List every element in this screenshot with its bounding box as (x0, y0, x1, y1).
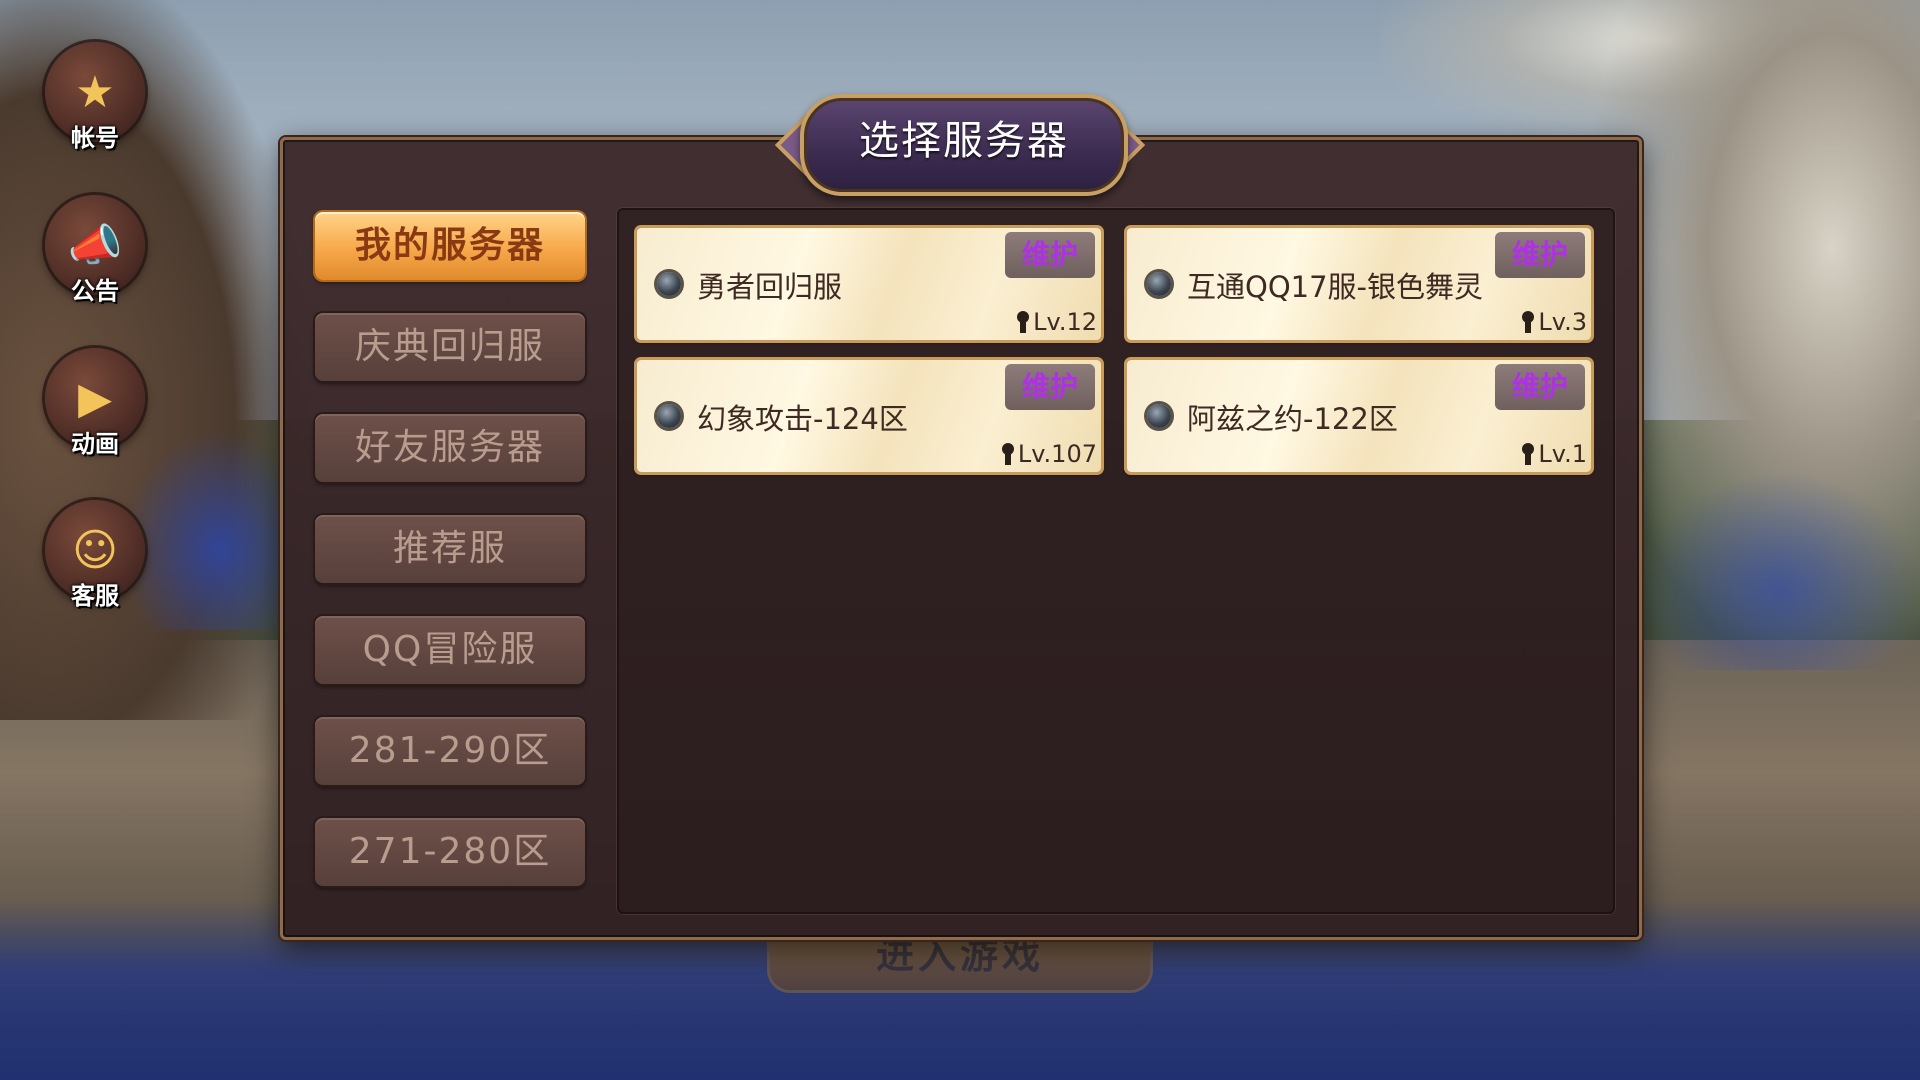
character-icon (1017, 311, 1030, 333)
server-list-panel: 勇者回归服 维护 Lv.12 互通QQ17服-银色舞灵 维护 Lv.3 幻象攻击… (617, 208, 1615, 914)
tab-recommended[interactable]: 推荐服 (315, 515, 585, 583)
tab-celebration-return[interactable]: 庆典回归服 (315, 313, 585, 381)
level-text: Lv.3 (1538, 308, 1587, 336)
server-name: 勇者回归服 (697, 270, 843, 304)
server-card[interactable]: 阿兹之约-122区 维护 Lv.1 (1127, 360, 1591, 472)
side-menu-label: 公告 (71, 277, 119, 305)
server-name: 幻象攻击-124区 (697, 402, 908, 436)
tab-friend-servers[interactable]: 好友服务器 (315, 414, 585, 482)
server-status-dot-icon (1147, 272, 1171, 296)
dialog-title: 选择服务器 (859, 118, 1069, 164)
side-menu-notice[interactable]: 📣 公告 (40, 195, 150, 306)
side-menu-label: 动画 (71, 430, 119, 458)
side-menu-support[interactable]: ☺ 客服 (40, 500, 150, 611)
dialog-title-plate: 选择服务器 (774, 94, 1146, 196)
side-menu-label: 客服 (71, 582, 119, 610)
side-menu-animation[interactable]: ▶ 动画 (40, 348, 150, 459)
character-icon (1001, 443, 1014, 465)
level-text: Lv.1 (1538, 440, 1587, 468)
character-icon (1522, 311, 1535, 333)
status-badge: 维护 (1495, 232, 1585, 278)
server-status-dot-icon (657, 272, 681, 296)
server-card[interactable]: 勇者回归服 维护 Lv.12 (637, 228, 1101, 340)
level-text: Lv.12 (1033, 308, 1097, 336)
server-card[interactable]: 互通QQ17服-银色舞灵 维护 Lv.3 (1127, 228, 1591, 340)
status-badge: 维护 (1005, 232, 1095, 278)
server-name: 互通QQ17服-银色舞灵 (1187, 270, 1484, 304)
server-name: 阿兹之约-122区 (1187, 402, 1398, 436)
tab-zone-281-290[interactable]: 281-290区 (315, 717, 585, 785)
character-level: Lv.3 (1522, 308, 1587, 336)
server-status-dot-icon (657, 404, 681, 428)
side-menu-label: 帐号 (71, 124, 119, 152)
character-icon (1522, 443, 1535, 465)
character-level: Lv.107 (1001, 440, 1097, 468)
server-status-dot-icon (1147, 404, 1171, 428)
tab-qq-adventure[interactable]: QQ冒险服 (315, 616, 585, 684)
server-card[interactable]: 幻象攻击-124区 维护 Lv.107 (637, 360, 1101, 472)
character-level: Lv.1 (1522, 440, 1587, 468)
level-text: Lv.107 (1017, 440, 1097, 468)
tab-zone-271-280[interactable]: 271-280区 (315, 818, 585, 886)
side-menu-account[interactable]: ★ 帐号 (40, 42, 150, 153)
status-badge: 维护 (1495, 364, 1585, 410)
status-badge: 维护 (1005, 364, 1095, 410)
tab-my-servers[interactable]: 我的服务器 (315, 212, 585, 280)
grass-right (1640, 470, 1920, 670)
character-level: Lv.12 (1017, 308, 1097, 336)
